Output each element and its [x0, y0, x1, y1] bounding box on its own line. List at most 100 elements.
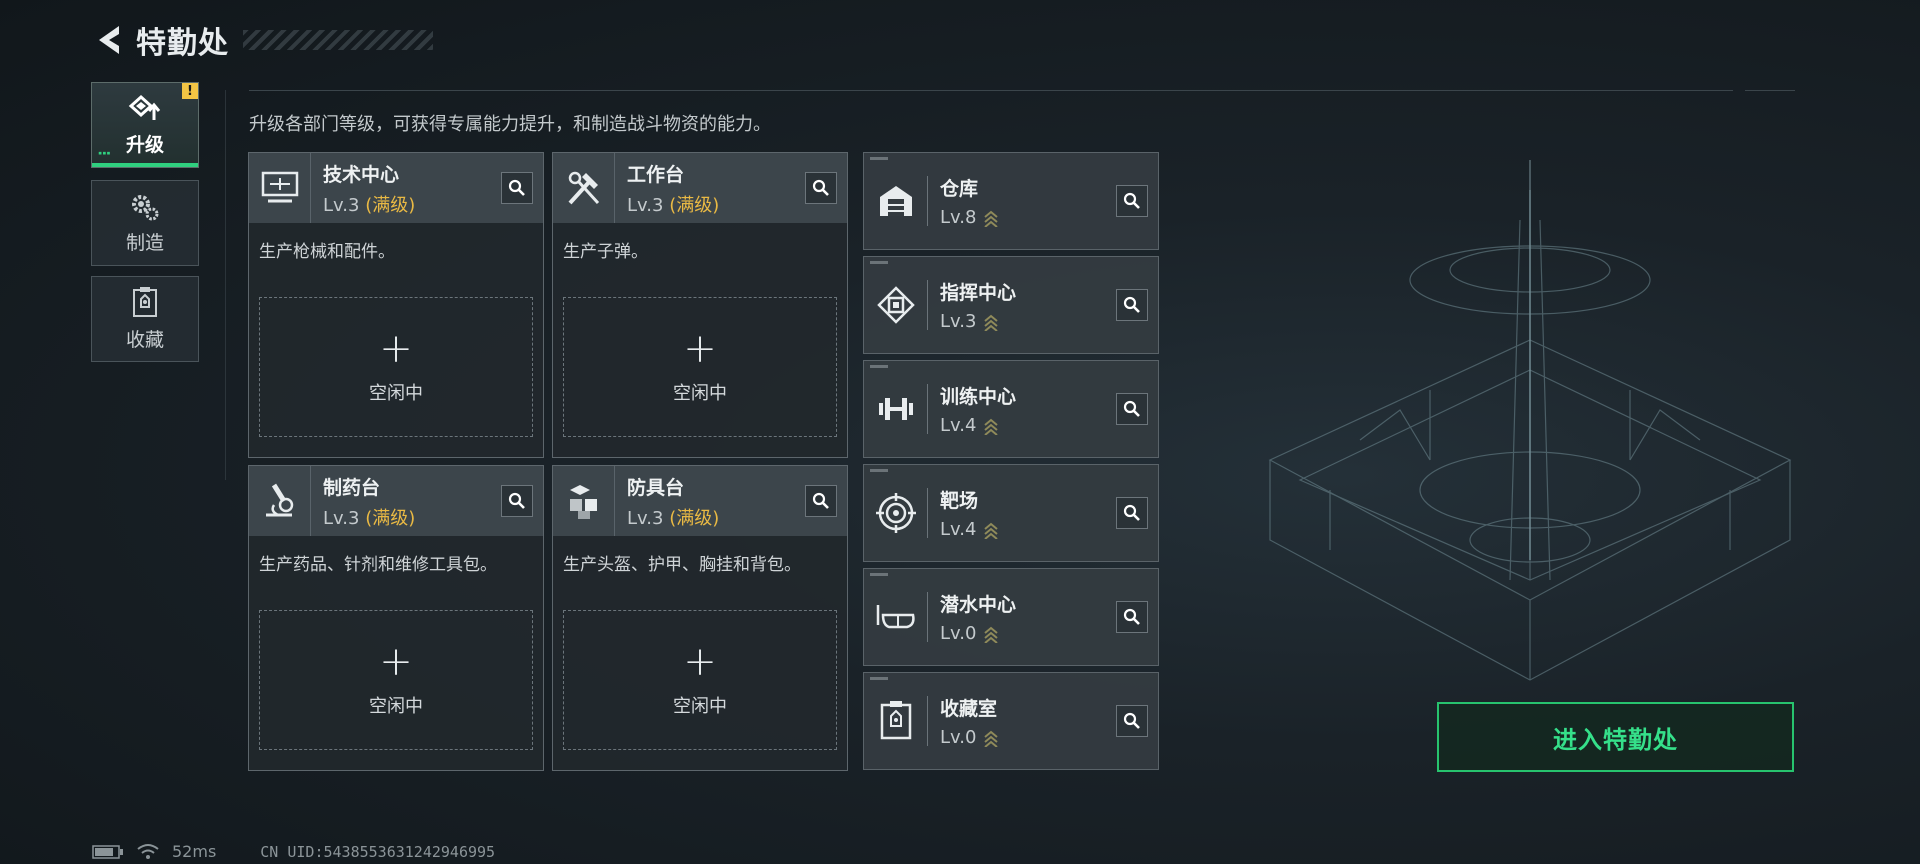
back-arrow-icon	[99, 26, 119, 54]
title-decoration	[243, 30, 433, 50]
sidebar-tab-label: 收藏	[125, 328, 164, 351]
search-button[interactable]	[805, 485, 837, 517]
status-bar: 52ms CN UID:5438553631242946995	[92, 842, 495, 861]
facility-name: 仓库	[940, 178, 979, 200]
upgrade-chevron-icon	[984, 522, 999, 539]
search-button[interactable]	[1116, 705, 1148, 737]
production-slot[interactable]: + 空闲中	[563, 610, 837, 750]
diving-mask-icon	[864, 568, 928, 666]
battery-icon	[92, 844, 123, 859]
production-slot[interactable]: + 空闲中	[259, 610, 533, 750]
upgrade-chevron-icon	[984, 730, 999, 747]
max-level-label: (满级)	[669, 507, 720, 529]
collection-icon	[133, 286, 157, 317]
warehouse-icon	[864, 152, 928, 250]
facility-card-command-center[interactable]: 指挥中心 Lv.3	[863, 256, 1159, 354]
card-description: 生产头盔、护甲、胸挂和背包。	[563, 555, 801, 575]
microscope-icon	[249, 466, 311, 536]
facility-name: 收藏室	[940, 698, 998, 720]
search-icon	[812, 179, 829, 196]
sidebar-tab-label: 制造	[125, 231, 164, 254]
facility-level: Lv.4	[940, 415, 1016, 436]
search-button[interactable]	[1116, 185, 1148, 217]
chip-icon	[864, 256, 928, 354]
page-header: 特勤处	[90, 18, 433, 62]
sidebar-tab-collection[interactable]: 收藏	[91, 276, 199, 362]
back-button[interactable]	[90, 20, 126, 60]
search-button[interactable]	[1116, 601, 1148, 633]
left-guide-line	[225, 90, 226, 480]
alert-badge: !	[182, 83, 198, 99]
base-wireframe-illustration	[1268, 160, 1792, 681]
facility-level: Lv.0	[940, 727, 999, 748]
page-description: 升级各部门等级，可获得专属能力提升，和制造战斗物资的能力。	[249, 114, 771, 135]
facility-card-diving-center[interactable]: 潜水中心 Lv.0	[863, 568, 1159, 666]
search-button[interactable]	[501, 172, 533, 204]
search-icon	[1123, 712, 1140, 729]
add-icon: +	[379, 639, 413, 685]
slot-status: 空闲中	[369, 696, 423, 717]
upgrade-icon	[128, 94, 161, 120]
card-header: 制药台 Lv.3 (满级)	[249, 466, 543, 536]
enter-special-ops-button[interactable]: 进入特勤处	[1437, 702, 1794, 772]
target-icon	[864, 464, 928, 562]
wifi-icon	[137, 843, 159, 859]
facility-name: 制药台	[323, 476, 381, 499]
facility-name: 潜水中心	[940, 594, 1017, 616]
facility-level: Lv.3 (满级)	[323, 194, 416, 216]
facility-card-training-center[interactable]: 训练中心 Lv.4	[863, 360, 1159, 458]
computer-icon	[249, 153, 311, 223]
facility-level: Lv.8	[940, 207, 999, 228]
upgrade-chevron-icon	[984, 314, 999, 331]
facility-card-shooting-range[interactable]: 靶场 Lv.4	[863, 464, 1159, 562]
boxes-icon	[553, 466, 615, 536]
search-button[interactable]	[1116, 289, 1148, 321]
add-icon: +	[683, 639, 717, 685]
card-header: 技术中心 Lv.3 (满级)	[249, 153, 543, 223]
search-button[interactable]	[1116, 497, 1148, 529]
search-button[interactable]	[1116, 393, 1148, 425]
facility-card-collection-room[interactable]: 收藏室 Lv.0	[863, 672, 1159, 770]
add-icon: +	[379, 326, 413, 372]
search-icon	[1123, 192, 1140, 209]
gears-icon	[132, 194, 159, 220]
search-button[interactable]	[501, 485, 533, 517]
upgrade-chevron-icon	[984, 418, 999, 435]
top-divider-tail	[1745, 90, 1795, 91]
dumbbell-icon	[864, 360, 928, 458]
sidebar-tab-craft[interactable]: 制造	[91, 180, 199, 266]
tools-icon	[553, 153, 615, 223]
user-uid: CN UID:5438553631242946995	[260, 842, 496, 861]
upgrade-chevron-icon	[984, 626, 999, 643]
upgrade-chevron-icon	[984, 210, 999, 227]
slot-status: 空闲中	[369, 383, 423, 404]
production-card-pharmacy: 制药台 Lv.3 (满级) 生产药品、针剂和维修工具包。 + 空闲中	[248, 465, 544, 771]
facility-level: Lv.0	[940, 623, 1016, 644]
tab-decoration: ▪▪▪	[98, 149, 111, 157]
facility-level: Lv.3	[940, 311, 1016, 332]
facility-name: 指挥中心	[940, 282, 1017, 304]
production-slot[interactable]: + 空闲中	[259, 297, 533, 437]
max-level-label: (满级)	[365, 507, 416, 529]
search-button[interactable]	[805, 172, 837, 204]
card-header: 防具台 Lv.3 (满级)	[553, 466, 847, 536]
production-card-armor-bench: 防具台 Lv.3 (满级) 生产头盔、护甲、胸挂和背包。 + 空闲中	[552, 465, 848, 771]
facility-name: 训练中心	[940, 386, 1017, 408]
facility-level: Lv.3 (满级)	[627, 507, 720, 529]
top-divider	[249, 90, 1733, 91]
search-icon	[1123, 608, 1140, 625]
max-level-label: (满级)	[365, 194, 416, 216]
card-header: 工作台 Lv.3 (满级)	[553, 153, 847, 223]
facility-card-warehouse[interactable]: 仓库 Lv.8	[863, 152, 1159, 250]
search-icon	[1123, 504, 1140, 521]
slot-status: 空闲中	[673, 383, 727, 404]
slot-status: 空闲中	[673, 696, 727, 717]
page-title: 特勤处	[136, 26, 229, 61]
collection-room-icon	[864, 672, 928, 770]
card-description: 生产子弹。	[563, 242, 648, 262]
production-slot[interactable]: + 空闲中	[563, 297, 837, 437]
max-level-label: (满级)	[669, 194, 720, 216]
sidebar-tab-upgrade[interactable]: ! 升级 ▪▪▪	[91, 82, 199, 168]
facility-name: 工作台	[627, 163, 685, 186]
production-card-tech-center: 技术中心 Lv.3 (满级) 生产枪械和配件。 + 空闲中	[248, 152, 544, 458]
